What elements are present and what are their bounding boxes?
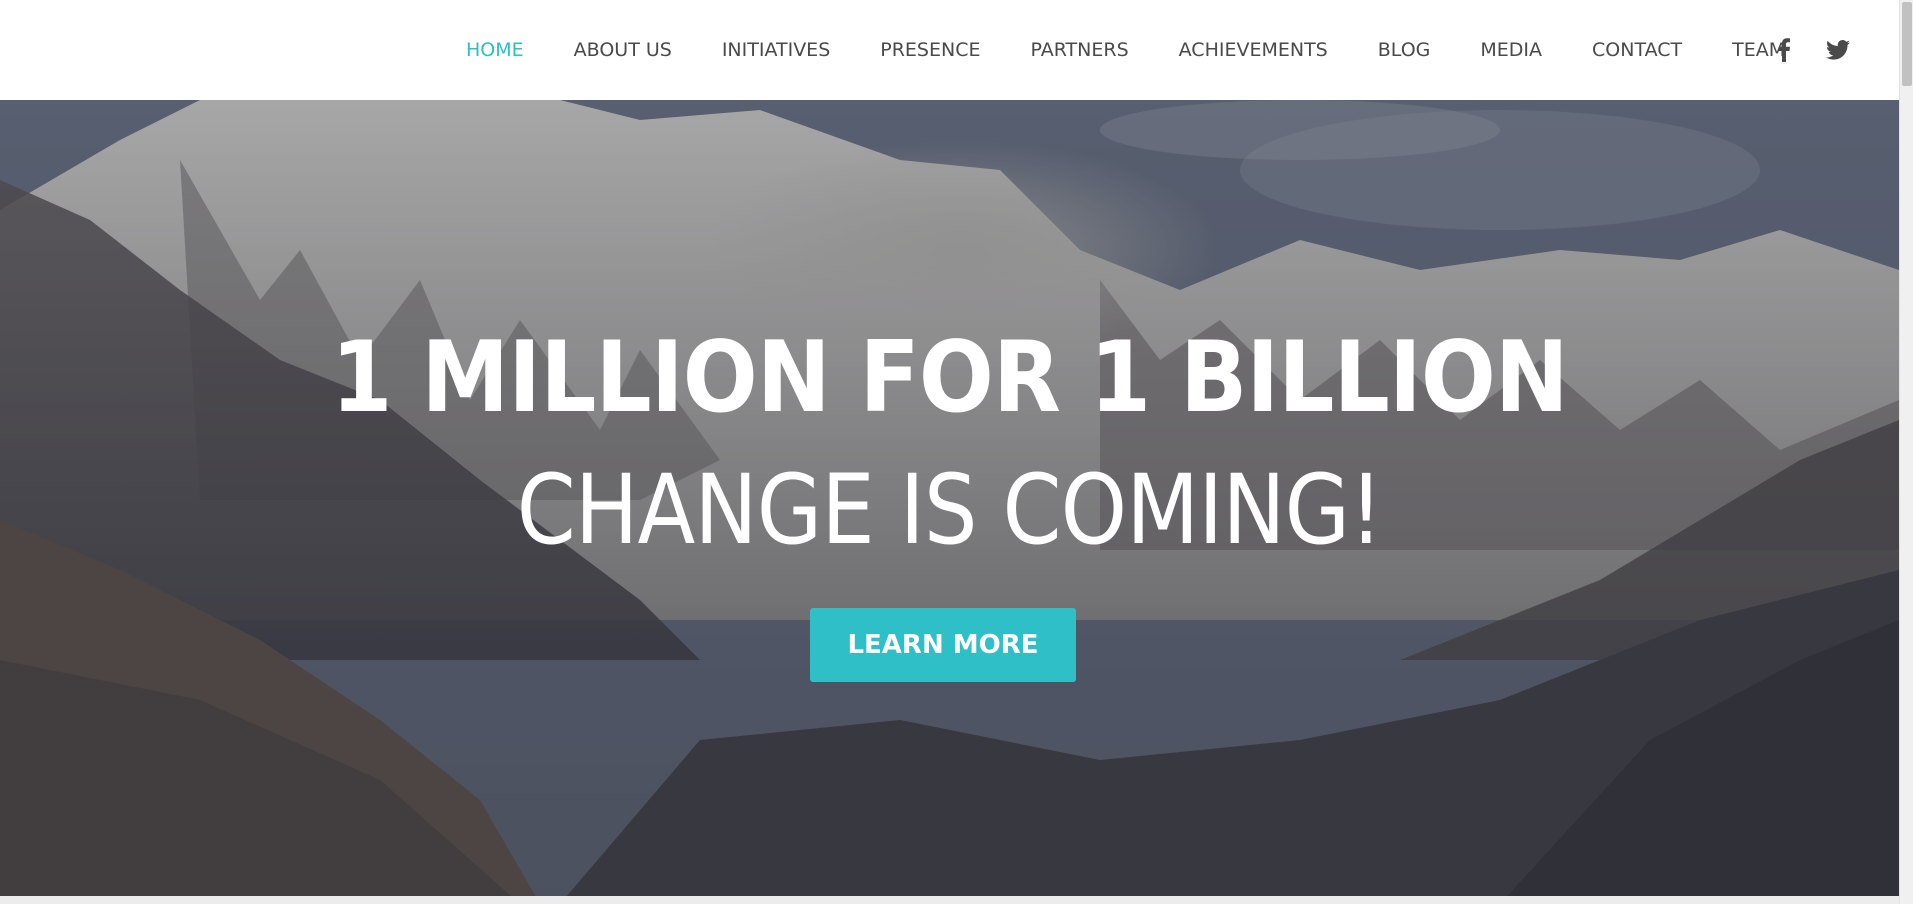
hero-section: 1 MILLION FOR 1 BILLION CHANGE IS COMING… bbox=[0, 100, 1899, 904]
nav-item-initiatives[interactable]: INITIATIVES bbox=[722, 39, 830, 61]
page: HOME ABOUT US INITIATIVES PRESENCE PARTN… bbox=[0, 0, 1899, 904]
nav-item-home[interactable]: HOME bbox=[466, 39, 524, 61]
nav-item-media[interactable]: MEDIA bbox=[1480, 39, 1542, 61]
nav-item-contact[interactable]: CONTACT bbox=[1592, 39, 1682, 61]
site-header: HOME ABOUT US INITIATIVES PRESENCE PARTN… bbox=[0, 0, 1899, 100]
nav-item-about-us[interactable]: ABOUT US bbox=[574, 39, 672, 61]
main-nav: HOME ABOUT US INITIATIVES PRESENCE PARTN… bbox=[466, 0, 1835, 100]
twitter-icon[interactable] bbox=[1826, 0, 1850, 100]
facebook-icon[interactable] bbox=[1778, 0, 1790, 100]
learn-more-button[interactable]: LEARN MORE bbox=[810, 608, 1076, 682]
nav-item-presence[interactable]: PRESENCE bbox=[880, 39, 980, 61]
hero-headline: 1 MILLION FOR 1 BILLION bbox=[331, 321, 1569, 435]
vertical-scrollbar[interactable] bbox=[1899, 0, 1913, 904]
nav-item-achievements[interactable]: ACHIEVEMENTS bbox=[1179, 39, 1328, 61]
nav-item-partners[interactable]: PARTNERS bbox=[1030, 39, 1128, 61]
page-bottom-strip bbox=[0, 896, 1899, 904]
nav-item-blog[interactable]: BLOG bbox=[1378, 39, 1431, 61]
scrollbar-thumb[interactable] bbox=[1902, 2, 1912, 86]
hero-subline: CHANGE IS COMING! bbox=[516, 454, 1383, 566]
